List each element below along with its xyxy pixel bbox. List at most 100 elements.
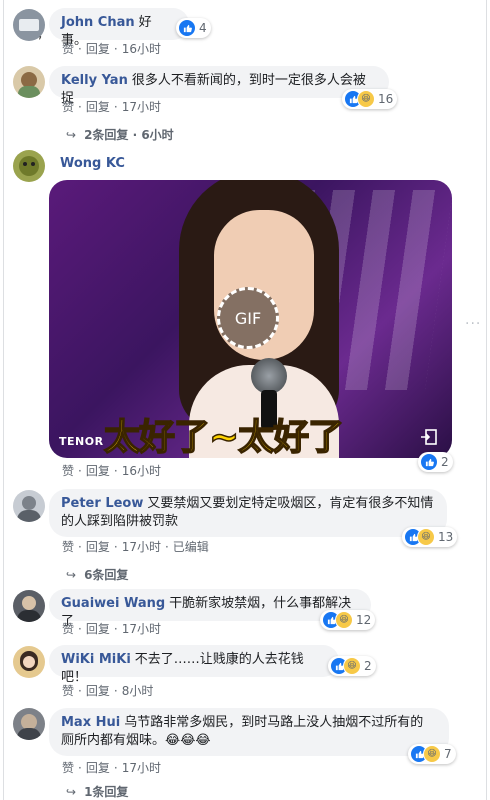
- avatar[interactable]: [13, 646, 45, 678]
- commenter-name[interactable]: Kelly Yan: [61, 73, 128, 88]
- commenter-name[interactable]: Max Hui: [61, 715, 120, 730]
- like-link[interactable]: 赞: [62, 684, 74, 698]
- comment-bubble: WiKi MiKi 不去了……让贱康的人去花钱吧！: [49, 645, 339, 685]
- avatar[interactable]: [13, 150, 45, 182]
- commenter-name[interactable]: Guaiwei Wang: [61, 596, 165, 611]
- timestamp-link[interactable]: 8小时: [122, 684, 154, 698]
- gif-badge-label: GIF: [234, 308, 262, 328]
- timestamp-link[interactable]: 17小时: [122, 540, 161, 554]
- separator: ·: [113, 761, 118, 775]
- reply-link[interactable]: 回复: [86, 464, 110, 478]
- separator: ·: [113, 684, 118, 698]
- comment-text-line: 厕所内都有烟味。😂😂😂: [61, 733, 211, 748]
- comment-text-line: Peter Leow 又要禁烟又要划定特定吸烟区，肯定有很多不知情: [61, 495, 435, 513]
- separator: ·: [113, 622, 118, 636]
- separator: ·: [78, 42, 82, 56]
- reply-link[interactable]: 回复: [86, 622, 110, 636]
- reaction-count: 2: [441, 455, 449, 469]
- timestamp-link[interactable]: 16小时: [122, 42, 161, 56]
- comment-text: 乌节路非常多烟民，到时马路上没人抽烟不过所有的: [124, 715, 424, 730]
- replies-label: 2条回复 · 6小时: [84, 128, 174, 142]
- replies-label: 1条回复: [84, 785, 129, 799]
- comment-actions: 赞 · 回复 · 17小时: [62, 98, 161, 115]
- comment-actions: 赞 · 回复 · 16小时: [62, 40, 161, 57]
- comment-actions: 赞 · 回复 · 17小时: [62, 620, 161, 637]
- gif-caption: 太好了~太好了: [103, 416, 345, 458]
- comment-bubble: Kelly Yan 很多人不看新闻的，到时一定很多人会被捉: [49, 66, 389, 106]
- timestamp-link[interactable]: 16小时: [122, 464, 161, 478]
- reaction-summary[interactable]: 😆 13: [402, 527, 458, 547]
- avatar[interactable]: [13, 66, 45, 98]
- open-external-icon[interactable]: [420, 428, 438, 446]
- view-replies-link[interactable]: ↪ 6条回复: [66, 566, 128, 583]
- reaction-summary[interactable]: 😆 12: [320, 610, 376, 630]
- reaction-summary[interactable]: 4: [176, 18, 211, 38]
- reaction-count: 4: [199, 21, 207, 35]
- reaction-count: 13: [438, 530, 454, 544]
- like-link[interactable]: 赞: [62, 622, 74, 636]
- view-replies-link[interactable]: ↪ 1条回复: [66, 783, 128, 800]
- reply-arrow-icon: ↪: [66, 785, 77, 799]
- commenter-name[interactable]: Wong KC: [60, 156, 125, 171]
- replies-label: 6条回复: [84, 568, 129, 582]
- comment-text: 又要禁烟又要划定特定吸烟区，肯定有很多不知情: [147, 496, 434, 511]
- haha-reaction-icon: 😆: [335, 611, 353, 629]
- separator: ·: [78, 540, 82, 554]
- comma-mark: ,: [38, 26, 43, 42]
- haha-reaction-icon: 😆: [357, 90, 375, 108]
- view-replies-link[interactable]: ↪ 2条回复 · 6小时: [66, 126, 174, 143]
- like-link[interactable]: 赞: [62, 540, 74, 554]
- separator: ·: [78, 100, 82, 114]
- gif-attachment[interactable]: GIF 太好了~太好了 TENOR: [49, 180, 452, 458]
- comment-bubble: Peter Leow 又要禁烟又要划定特定吸烟区，肯定有很多不知情 的人踩到陷阱被…: [49, 489, 447, 537]
- separator: ·: [113, 100, 118, 114]
- reaction-summary[interactable]: 😆 7: [408, 744, 456, 764]
- like-link[interactable]: 赞: [62, 761, 74, 775]
- timestamp-link[interactable]: 17小时: [122, 761, 161, 775]
- separator: ·: [113, 464, 118, 478]
- comment-bubble: John Chan 好事。: [49, 8, 189, 48]
- like-link[interactable]: 赞: [62, 100, 74, 114]
- comment-text-line: Max Hui 乌节路非常多烟民，到时马路上没人抽烟不过所有的: [61, 714, 437, 732]
- reaction-count: 2: [364, 659, 372, 673]
- timestamp-link[interactable]: 17小时: [122, 100, 161, 114]
- avatar[interactable]: [13, 708, 45, 740]
- reaction-count: 12: [356, 613, 372, 627]
- reply-link[interactable]: 回复: [86, 100, 110, 114]
- reply-link[interactable]: 回复: [86, 684, 110, 698]
- separator: ·: [78, 684, 82, 698]
- separator: ·: [113, 42, 118, 56]
- comment-actions: 赞 · 回复 · 8小时: [62, 682, 153, 699]
- comment-actions: 赞 · 回复 · 17小时 · 已编辑: [62, 538, 209, 555]
- avatar[interactable]: [13, 590, 45, 622]
- like-link[interactable]: 赞: [62, 464, 74, 478]
- gif-play-badge[interactable]: GIF: [217, 287, 279, 349]
- comment-actions: 赞 · 回复 · 16小时: [62, 462, 161, 479]
- reply-arrow-icon: ↪: [66, 128, 77, 142]
- comment-bubble: Max Hui 乌节路非常多烟民，到时马路上没人抽烟不过所有的 厕所内都有烟味。😂…: [49, 708, 449, 756]
- separator: ·: [113, 540, 118, 554]
- timestamp-link[interactable]: 17小时: [122, 622, 161, 636]
- reply-link[interactable]: 回复: [86, 540, 110, 554]
- haha-reaction-icon: 😆: [423, 745, 441, 763]
- commenter-name[interactable]: Peter Leow: [61, 496, 143, 511]
- reaction-summary[interactable]: 😆 16: [342, 89, 398, 109]
- reaction-summary[interactable]: 2: [418, 452, 453, 472]
- separator: ·: [78, 761, 82, 775]
- reaction-summary[interactable]: 😆 2: [328, 656, 376, 676]
- separator: ·: [78, 622, 82, 636]
- more-options-icon[interactable]: ···: [465, 316, 481, 332]
- reply-link[interactable]: 回复: [86, 42, 110, 56]
- like-reaction-icon: [420, 453, 438, 471]
- avatar[interactable]: [13, 490, 45, 522]
- edited-label[interactable]: 已编辑: [173, 540, 209, 554]
- reply-arrow-icon: ↪: [66, 568, 77, 582]
- commenter-name[interactable]: John Chan: [61, 15, 135, 30]
- separator: ·: [164, 540, 169, 554]
- gif-microphone: [251, 358, 287, 394]
- like-link[interactable]: 赞: [62, 42, 74, 56]
- commenter-name[interactable]: WiKi MiKi: [61, 652, 131, 667]
- like-reaction-icon: [178, 19, 196, 37]
- reply-link[interactable]: 回复: [86, 761, 110, 775]
- haha-reaction-icon: 😆: [417, 528, 435, 546]
